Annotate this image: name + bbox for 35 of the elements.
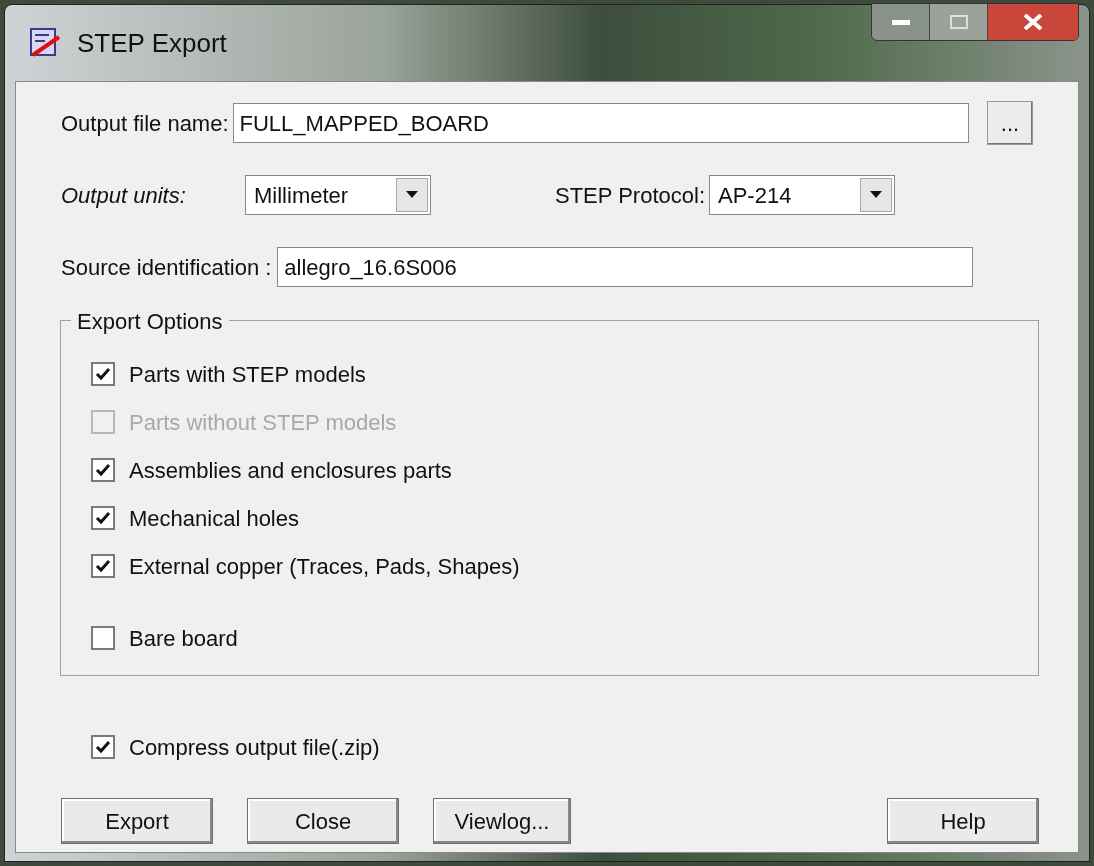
checkbox[interactable]	[91, 506, 115, 530]
dialog-button[interactable]: Viewlog...	[433, 798, 571, 844]
field-label: STEP Protocol:	[555, 181, 705, 210]
checkbox-label: Bare board	[129, 624, 238, 653]
checkmark-icon	[95, 463, 111, 477]
checkbox-label: Parts without STEP models	[129, 408, 397, 437]
checkbox-label: Parts with STEP models	[129, 360, 366, 389]
checkbox[interactable]	[91, 626, 115, 650]
checkbox[interactable]	[91, 735, 115, 759]
checkbox-label: Mechanical holes	[129, 504, 299, 533]
checkbox[interactable]	[91, 458, 115, 482]
dropdown[interactable]: AP-214	[709, 175, 895, 215]
field-label: Output units:	[61, 181, 187, 210]
dialog-button[interactable]: Export	[61, 798, 213, 844]
checkmark-icon	[95, 740, 111, 754]
dialog-button[interactable]: Close	[247, 798, 399, 844]
output-file-field[interactable]: FULL_MAPPED_BOARD	[232, 103, 969, 143]
window-title: STEP Export	[77, 26, 227, 60]
field-label: Output file name:	[61, 109, 229, 138]
minimize-button[interactable]	[872, 4, 930, 40]
close-icon[interactable]	[988, 4, 1078, 40]
checkmark-icon	[95, 511, 111, 525]
checkmark-icon	[95, 559, 111, 573]
field-label: Source identification :	[61, 253, 272, 282]
checkbox-label: Compress output file(.zip)	[129, 733, 380, 762]
checkmark-icon	[95, 367, 111, 381]
checkbox-label: Assemblies and enclosures parts	[129, 456, 452, 485]
checkbox[interactable]	[91, 362, 115, 386]
checkbox-label: External copper (Traces, Pads, Shapes)	[129, 552, 520, 581]
browse-button[interactable]: ...	[987, 101, 1033, 145]
dropdown[interactable]: Millimeter	[245, 175, 431, 215]
app-icon	[29, 27, 63, 59]
checkbox[interactable]	[91, 554, 115, 578]
dialog-button[interactable]: Help	[887, 798, 1039, 844]
source-identification-field[interactable]: allegro_16.6S006	[277, 247, 973, 287]
